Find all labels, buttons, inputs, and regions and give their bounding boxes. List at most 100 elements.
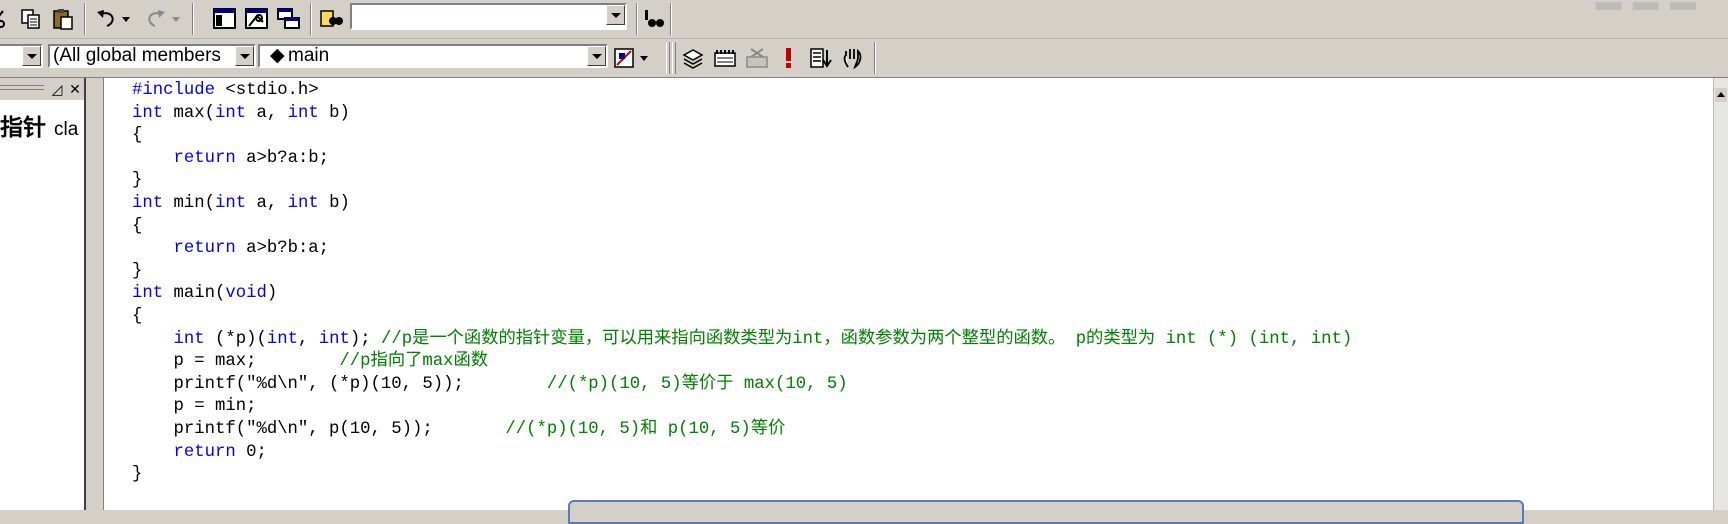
class-combo[interactable]	[0, 44, 43, 68]
workspace-panel: ◿ ✕ 指针 cla	[0, 78, 86, 510]
tree-item-label: 指针	[0, 114, 46, 140]
code-token: max(	[163, 103, 215, 123]
code-line[interactable]: return a>b?a:b;	[132, 148, 1352, 171]
code-line[interactable]: p = min;	[132, 396, 1352, 419]
panel-grip[interactable]	[0, 89, 44, 90]
code-token: main(	[163, 284, 226, 304]
code-line[interactable]: int max(int a, int b)	[132, 103, 1352, 126]
workspace-panel-header: ◿ ✕	[0, 78, 84, 100]
code-line[interactable]: {	[132, 306, 1352, 329]
wizard-dropdown-icon[interactable]	[636, 45, 652, 71]
toolbar-separator	[310, 3, 312, 35]
code-token: p = min;	[132, 397, 257, 417]
code-keyword: int	[287, 193, 319, 213]
toolbar-separator	[84, 3, 86, 35]
output-icon[interactable]	[244, 6, 270, 32]
chevron-down-icon[interactable]	[587, 46, 606, 66]
code-token: printf("%d\n", p(10, 5));	[132, 419, 506, 439]
code-line[interactable]: }	[132, 170, 1352, 193]
code-line[interactable]: int main(void)	[132, 283, 1352, 306]
code-token: {	[132, 216, 143, 236]
toolbar-separator	[192, 3, 194, 35]
copy-icon[interactable]	[18, 6, 44, 32]
find-combo[interactable]	[350, 3, 627, 30]
cut-icon[interactable]	[0, 6, 12, 32]
code-token: ,	[297, 329, 319, 349]
code-line[interactable]: {	[132, 216, 1352, 239]
toolbar-grip[interactable]	[666, 42, 670, 74]
code-keyword: int	[132, 103, 164, 123]
function-combo[interactable]: ◆ main	[258, 44, 608, 68]
code-comment: //(*p)(10, 5)等价于 max(10, 5)	[546, 374, 848, 394]
code-line[interactable]: printf("%d\n", p(10, 5)); //(*p)(10, 5)和…	[132, 419, 1352, 442]
maximize-icon[interactable]: ◿	[50, 82, 64, 96]
code-token: printf("%d\n", (*p)(10, 5));	[132, 374, 547, 394]
find-icon[interactable]	[642, 6, 668, 32]
code-line[interactable]: #include <stdio.h>	[132, 80, 1352, 103]
code-token: b)	[318, 103, 350, 123]
stop-build-icon[interactable]	[744, 45, 770, 71]
code-token: a>b?b:a;	[235, 239, 330, 259]
breakpoint-icon[interactable]	[840, 45, 866, 71]
chevron-down-icon[interactable]	[606, 5, 625, 25]
code-line[interactable]: }	[132, 261, 1352, 284]
paste-icon[interactable]	[50, 6, 76, 32]
chevron-down-icon[interactable]	[22, 46, 41, 66]
code-token: {	[132, 306, 143, 326]
wizard-action-icon[interactable]	[612, 45, 638, 71]
code-line[interactable]: }	[132, 464, 1352, 487]
compile-icon[interactable]	[680, 45, 706, 71]
code-comment: //p指向了max函数	[339, 352, 489, 372]
code-line[interactable]: printf("%d\n", (*p)(10, 5)); //(*p)(10, …	[132, 374, 1352, 397]
code-keyword: return	[173, 148, 236, 168]
go-icon[interactable]	[808, 45, 834, 71]
code-editor[interactable]: #include <stdio.h> int max(int a, int b){…	[103, 78, 1728, 510]
code-token: );	[349, 329, 381, 349]
code-token: a,	[246, 103, 288, 123]
code-comment: //(*p)(10, 5)和 p(10, 5)等价	[505, 419, 786, 439]
close-icon[interactable]: ✕	[68, 82, 82, 96]
source-code[interactable]: #include <stdio.h> int max(int a, int b){…	[132, 80, 1352, 487]
code-line[interactable]: int (*p)(int, int); //p是一个函数的指针变量，可以用来指向…	[132, 329, 1352, 352]
standard-toolbar: ▬ ▬ ▬	[0, 0, 1728, 39]
execute-icon[interactable]	[776, 45, 802, 71]
panel-grip[interactable]	[0, 85, 44, 86]
code-comment: //p是一个函数的指针变量，可以用来指向函数类型为int，函数参数为两个整型的函…	[380, 329, 1353, 349]
code-token: b)	[318, 193, 350, 213]
function-combo-value: main	[288, 45, 330, 66]
code-token: )	[266, 284, 278, 304]
function-icon: ◆	[270, 45, 285, 66]
workspace-icon[interactable]	[212, 6, 238, 32]
redo-dropdown-icon[interactable]	[168, 6, 184, 32]
code-line[interactable]: return 0;	[132, 442, 1352, 465]
code-token: (*p)(	[204, 329, 267, 349]
background-watermark-text: ▬ ▬ ▬	[1595, 0, 1698, 16]
undo-dropdown-icon[interactable]	[118, 6, 134, 32]
toolbar-separator	[636, 3, 638, 35]
selection-margin[interactable]	[86, 78, 103, 510]
toolbar-grip[interactable]	[672, 42, 676, 74]
code-keyword: #include	[132, 81, 215, 100]
find-in-files-icon[interactable]	[318, 6, 344, 32]
window-list-icon[interactable]	[276, 6, 302, 32]
class-view-tree-item[interactable]: 指针 cla	[0, 108, 78, 142]
popup-window-titlebar[interactable]	[568, 500, 1524, 524]
vertical-scrollbar[interactable]	[1713, 78, 1728, 510]
undo-icon[interactable]	[94, 6, 120, 32]
code-line[interactable]: p = max; //p指向了max函数	[132, 351, 1352, 374]
code-line[interactable]: int min(int a, int b)	[132, 193, 1352, 216]
build-icon[interactable]	[712, 45, 738, 71]
scroll-up-icon[interactable]	[1715, 88, 1727, 102]
code-line[interactable]: return a>b?b:a;	[132, 238, 1352, 261]
chevron-down-icon[interactable]	[235, 46, 254, 66]
redo-icon[interactable]	[142, 6, 168, 32]
code-keyword: int	[214, 103, 247, 123]
code-keyword: void	[225, 284, 267, 304]
code-line[interactable]: {	[132, 125, 1352, 148]
code-token: <stdio.h>	[214, 81, 319, 100]
code-keyword: return	[173, 442, 236, 462]
members-combo[interactable]: (All global members	[48, 44, 256, 68]
